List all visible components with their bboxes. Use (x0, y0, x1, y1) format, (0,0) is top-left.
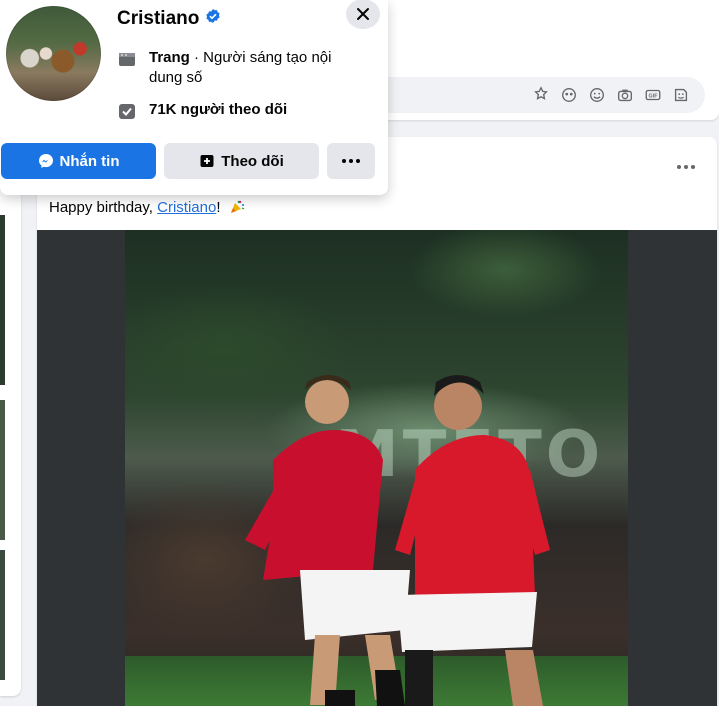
sticker-icon[interactable] (671, 85, 691, 105)
thumbnail-strip[interactable] (0, 550, 5, 680)
more-dot (356, 159, 360, 163)
close-button[interactable] (346, 0, 380, 29)
page-type-text: Trang · Người sáng tạo nội dung số (149, 48, 349, 88)
feed-post: Happy birthday, Cristiano! MTETO (37, 137, 717, 706)
post-photo[interactable]: MTETO (37, 230, 717, 706)
followers-count[interactable]: 71K người theo dõi (149, 100, 287, 121)
more-dot (684, 165, 688, 169)
avatar-sticker-icon[interactable] (531, 85, 551, 105)
followers-row: 71K người theo dõi (117, 100, 287, 121)
more-dot (677, 165, 681, 169)
profile-name[interactable]: Cristiano (117, 8, 199, 30)
thumbnail-strip[interactable] (0, 400, 5, 540)
post-text-suffix: ! (216, 199, 221, 216)
svg-text:GIF: GIF (649, 93, 659, 99)
more-dot (691, 165, 695, 169)
more-dot (342, 159, 346, 163)
follow-button[interactable]: Theo dõi (164, 143, 319, 179)
profile-name-row: Cristiano (117, 8, 221, 30)
more-dot (349, 159, 353, 163)
messenger-icon (38, 154, 53, 168)
photo-image[interactable]: MTETO (125, 230, 628, 706)
post-text: Happy birthday, Cristiano! (49, 199, 245, 216)
camera-icon[interactable] (615, 85, 635, 105)
page-flag-icon (117, 49, 137, 69)
message-button[interactable]: Nhắn tin (1, 143, 156, 179)
smiley-icon[interactable] (587, 85, 607, 105)
profile-avatar[interactable] (6, 6, 101, 101)
followers-check-icon (117, 101, 137, 121)
mention-link[interactable]: Cristiano (157, 199, 216, 216)
post-options-button[interactable] (675, 157, 697, 177)
close-icon (357, 8, 369, 20)
follow-plus-icon (200, 155, 214, 167)
verified-badge-icon (205, 8, 221, 30)
page-type-label: Trang (149, 49, 190, 66)
gif-icon[interactable]: GIF (643, 85, 663, 105)
comment-input[interactable]: GIF (370, 77, 705, 113)
emoji-reaction-icon[interactable] (559, 85, 579, 105)
post-text-prefix: Happy birthday, (49, 199, 158, 216)
players-illustration (245, 375, 550, 706)
post-composer-card: GIF (370, 0, 719, 120)
thumbnail-strip[interactable] (0, 215, 5, 385)
young-player-figure (245, 375, 410, 706)
older-player-figure (395, 375, 550, 706)
party-popper-icon (229, 199, 245, 215)
page-type-row: Trang · Người sáng tạo nội dung số (117, 48, 349, 88)
more-options-button[interactable] (327, 143, 375, 179)
message-button-label: Nhắn tin (59, 152, 120, 170)
comment-tools: GIF (531, 85, 691, 105)
left-sidebar-partial (0, 190, 21, 696)
follow-button-label: Theo dõi (221, 152, 284, 170)
profile-hover-card: Cristiano Trang · Người sáng tạo nội dun… (0, 0, 388, 195)
